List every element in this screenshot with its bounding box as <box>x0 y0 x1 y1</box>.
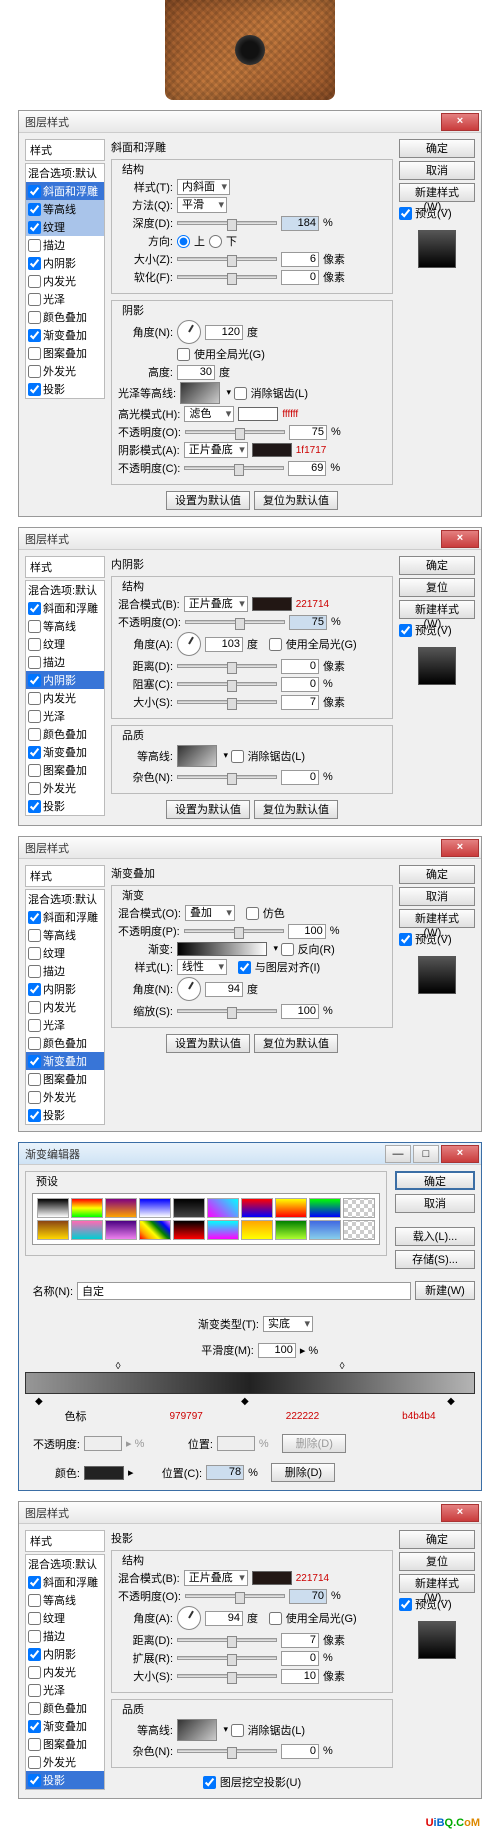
bevel-technique-combo[interactable]: 平滑 <box>177 197 227 213</box>
gradient-presets[interactable] <box>32 1193 380 1245</box>
gradient-editor-dialog: 渐变编辑器 — □ × 预设 确定 取消 载入(L)... 存储(S)... 名… <box>18 1142 482 1491</box>
layer-style-dialog-drop-shadow: 图层样式× 样式 混合选项:默认 斜面和浮雕 等高线 纹理 描边 内阴影 内发光… <box>18 1501 482 1799</box>
watermark: UiBQ.CoM <box>0 1809 500 1833</box>
use-global-chk[interactable] <box>177 348 190 361</box>
style-inner-shadow[interactable]: 内阴影 <box>26 671 104 689</box>
dir-up[interactable] <box>177 235 190 248</box>
style-pattern-overlay[interactable]: 图案叠加 <box>26 344 104 362</box>
style-stroke[interactable]: 描边 <box>26 236 104 254</box>
maximize-icon[interactable]: □ <box>413 1145 439 1163</box>
close-icon[interactable]: × <box>441 1145 479 1163</box>
style-bevel[interactable]: 斜面和浮雕 <box>26 182 104 200</box>
gradient-name-field[interactable] <box>77 1282 411 1300</box>
cancel-button[interactable]: 取消 <box>399 161 475 180</box>
styles-header: 样式 <box>25 139 105 161</box>
dialog-title: 图层样式 <box>25 114 441 130</box>
blend-options[interactable]: 混合选项:默认 <box>26 164 104 182</box>
style-inner-glow[interactable]: 内发光 <box>26 272 104 290</box>
layer-style-dialog-bevel: 图层样式× 样式 混合选项:默认 斜面和浮雕 等高线 纹理 描边 内阴影 内发光… <box>18 110 482 517</box>
set-default-button[interactable]: 设置为默认值 <box>166 491 250 510</box>
layer-style-dialog-gradient-overlay: 图层样式× 样式 混合选项:默认 斜面和浮雕 等高线 纹理 描边 内阴影 内发光… <box>18 836 482 1132</box>
style-outer-glow[interactable]: 外发光 <box>26 362 104 380</box>
shadow-swatch[interactable] <box>252 443 292 457</box>
save-button[interactable]: 存储(S)... <box>395 1250 475 1269</box>
style-inner-shadow[interactable]: 内阴影 <box>26 254 104 272</box>
cancel-button[interactable]: 取消 <box>395 1194 475 1213</box>
style-texture[interactable]: 纹理 <box>26 218 104 236</box>
style-color-overlay[interactable]: 颜色叠加 <box>26 308 104 326</box>
depth-value[interactable]: 184 <box>281 216 319 231</box>
new-style-button[interactable]: 新建样式(W)... <box>399 183 475 202</box>
minimize-icon[interactable]: — <box>385 1145 411 1163</box>
delete-stop-button[interactable]: 删除(D) <box>271 1463 335 1482</box>
depth-slider[interactable] <box>177 221 277 225</box>
reset-default-button[interactable]: 复位为默认值 <box>254 491 338 510</box>
style-satin[interactable]: 光泽 <box>26 290 104 308</box>
ok-button[interactable]: 确定 <box>395 1171 475 1190</box>
panel-title: 斜面和浮雕 <box>111 139 393 155</box>
close-icon[interactable]: × <box>441 1504 479 1522</box>
size-value[interactable]: 6 <box>281 252 319 267</box>
style-contour[interactable]: 等高线 <box>26 200 104 218</box>
close-icon[interactable]: × <box>441 530 479 548</box>
close-icon[interactable]: × <box>441 113 479 131</box>
style-drop-shadow[interactable]: 投影 <box>26 1771 104 1789</box>
styles-list: 混合选项:默认 斜面和浮雕 等高线 纹理 描边 内阴影 内发光 光泽 颜色叠加 … <box>25 163 105 399</box>
load-button[interactable]: 载入(L)... <box>395 1227 475 1246</box>
close-icon[interactable]: × <box>441 839 479 857</box>
highlight-swatch[interactable] <box>238 407 278 421</box>
gradient-bar[interactable] <box>177 942 267 956</box>
wallet-image <box>165 0 335 100</box>
layer-style-dialog-inner-shadow: 图层样式× 样式 混合选项:默认 斜面和浮雕 等高线 纹理 描边 内阴影 内发光… <box>18 527 482 826</box>
color-stop-swatch[interactable] <box>84 1466 124 1480</box>
style-gradient-overlay[interactable]: 渐变叠加 <box>26 1052 104 1070</box>
style-gradient-overlay[interactable]: 渐变叠加 <box>26 326 104 344</box>
style-drop-shadow[interactable]: 投影 <box>26 380 104 398</box>
soften-slider[interactable] <box>177 275 277 279</box>
soften-value[interactable]: 0 <box>281 270 319 285</box>
dir-down[interactable] <box>209 235 222 248</box>
new-gradient-button[interactable]: 新建(W) <box>415 1281 475 1300</box>
bevel-style-combo[interactable]: 内斜面 <box>177 179 230 195</box>
ok-button[interactable]: 确定 <box>399 139 475 158</box>
size-slider[interactable] <box>177 257 277 261</box>
preview-swatch <box>418 230 456 268</box>
gloss-contour[interactable] <box>180 382 220 404</box>
gradient-ramp[interactable]: ◆◆◆ <box>25 1372 475 1394</box>
angle-dial[interactable] <box>177 320 201 344</box>
preview-chk[interactable] <box>399 207 412 220</box>
